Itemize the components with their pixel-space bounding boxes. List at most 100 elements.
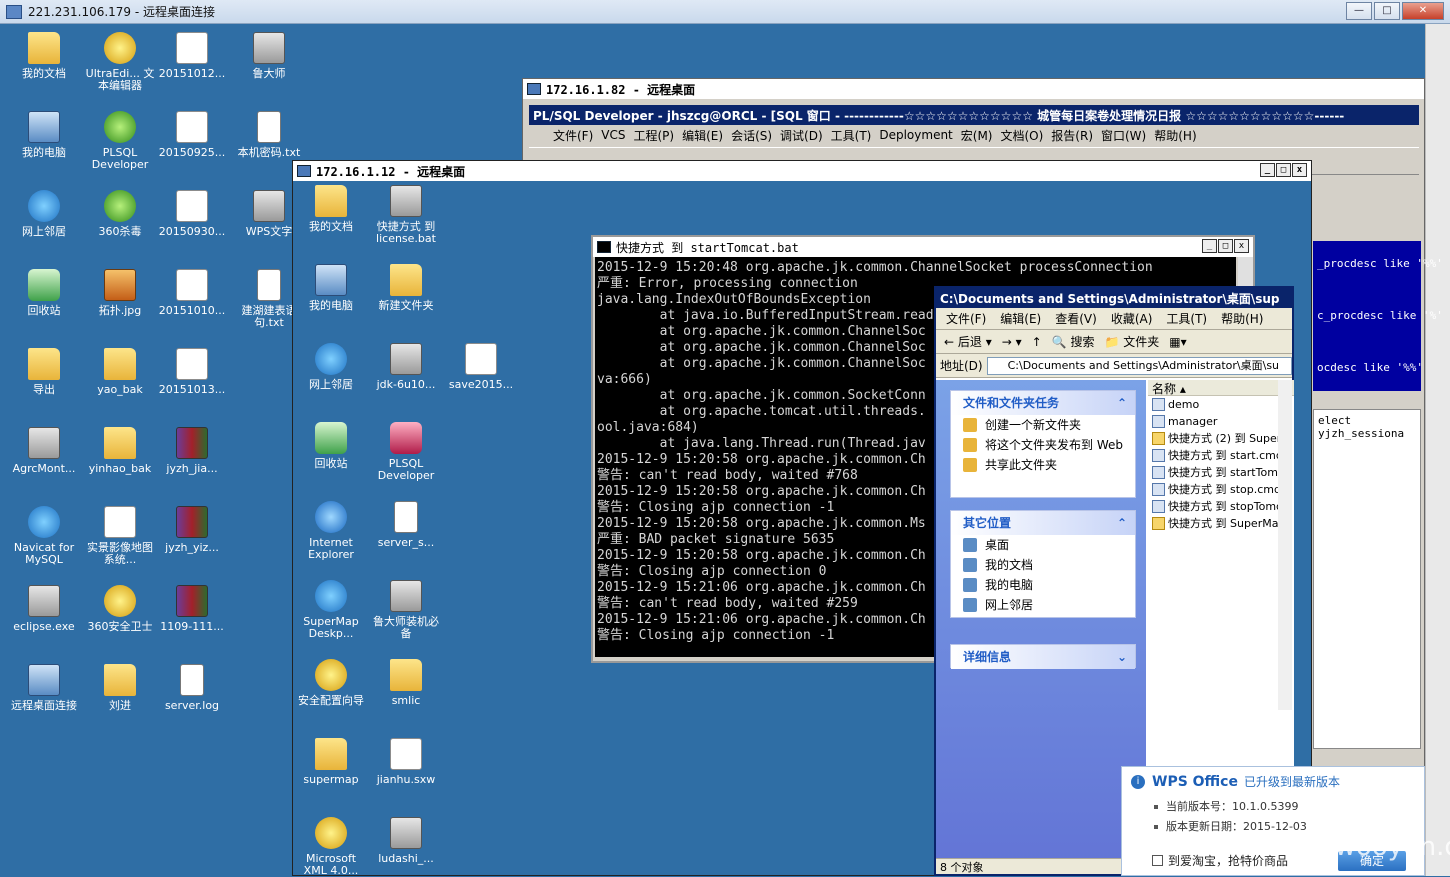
explorer-scrollbar[interactable] xyxy=(1278,380,1292,710)
close-button[interactable]: x xyxy=(1234,239,1249,253)
minimize-button[interactable]: _ xyxy=(1260,163,1275,177)
file-row[interactable]: 快捷方式 到 stopTomca xyxy=(1148,498,1294,515)
desktop-icon[interactable]: 我的文档 xyxy=(8,32,80,80)
file-row[interactable]: manager xyxy=(1148,413,1294,430)
plsql-titlebar[interactable]: PL/SQL Developer - jhszcg@ORCL - [SQL 窗口… xyxy=(529,105,1419,125)
desktop-icon[interactable]: 20151010... xyxy=(156,269,228,317)
plsql-menu-item[interactable]: 编辑(E) xyxy=(682,127,723,144)
desktop-icon[interactable]: 20151013... xyxy=(156,348,228,396)
task-link[interactable]: 将这个文件夹发布到 Web xyxy=(951,435,1135,455)
close-button[interactable]: ✕ xyxy=(1402,2,1444,20)
desktop-icon[interactable]: 导出 xyxy=(8,348,80,396)
plsql-menu-item[interactable]: 工程(P) xyxy=(634,127,675,144)
desktop-icon[interactable]: 鲁大师装机必备 xyxy=(370,580,442,640)
details-header[interactable]: 详细信息 ⌄ xyxy=(951,645,1135,669)
desktop-icon[interactable]: jianhu.sxw xyxy=(370,738,442,786)
explorer-menu-item[interactable]: 工具(T) xyxy=(1166,310,1207,327)
plsql-menu-item[interactable]: 文件(F) xyxy=(553,127,593,144)
desktop-icon[interactable]: Internet Explorer xyxy=(295,501,367,561)
desktop-icon[interactable]: Microsoft XML 4.0... xyxy=(295,817,367,877)
file-row[interactable]: 快捷方式 到 SuperMapi xyxy=(1148,515,1294,532)
collapse-icon[interactable]: ⌃ xyxy=(1117,391,1127,415)
file-row[interactable]: 快捷方式 到 startTomc xyxy=(1148,464,1294,481)
file-row[interactable]: demo xyxy=(1148,396,1294,413)
desktop-icon[interactable]: yao_bak xyxy=(84,348,156,396)
desktop-icon[interactable]: 20150925... xyxy=(156,111,228,159)
desktop-icon[interactable]: ludashi_... xyxy=(370,817,442,865)
explorer-menu-item[interactable]: 帮助(H) xyxy=(1221,310,1263,327)
outer-vertical-scrollbar[interactable] xyxy=(1425,24,1450,876)
desktop-icon[interactable]: yinhao_bak xyxy=(84,427,156,475)
desktop-icon[interactable]: save2015... xyxy=(445,343,517,391)
desktop-icon[interactable]: jyzh_yiz... xyxy=(156,506,228,554)
plsql-menu-item[interactable]: 调试(D) xyxy=(780,127,823,144)
views-button[interactable]: ▦▾ xyxy=(1169,335,1186,349)
maximize-button[interactable]: □ xyxy=(1218,239,1233,253)
desktop-icon[interactable]: 20151012... xyxy=(156,32,228,80)
task-link[interactable]: 共享此文件夹 xyxy=(951,455,1135,475)
desktop-icon[interactable]: eclipse.exe xyxy=(8,585,80,633)
cmd-titlebar[interactable]: 快捷方式 到 startTomcat.bat _ □ x xyxy=(593,237,1253,257)
desktop-icon[interactable]: 20150930... xyxy=(156,190,228,238)
minimize-button[interactable]: — xyxy=(1346,2,1372,20)
desktop-icon[interactable]: 刘进 xyxy=(84,664,156,712)
place-link[interactable]: 我的电脑 xyxy=(951,575,1135,595)
expand-icon[interactable]: ⌄ xyxy=(1117,645,1127,669)
rdp-12-titlebar[interactable]: 172.16.1.12 - 远程桌面 _ □ x xyxy=(293,161,1311,181)
desktop-icon[interactable]: UltraEdi... 文本编辑器 xyxy=(84,32,156,92)
plsql-menu-item[interactable]: 窗口(W) xyxy=(1101,127,1146,144)
file-row[interactable]: 快捷方式 到 stop.cmd xyxy=(1148,481,1294,498)
minimize-button[interactable]: _ xyxy=(1202,239,1217,253)
desktop-icon[interactable]: 鲁大师 xyxy=(233,32,305,80)
desktop-icon[interactable]: AgrcMont... xyxy=(8,427,80,475)
plsql-menu-item[interactable]: 文档(O) xyxy=(1000,127,1043,144)
desktop-icon[interactable]: 网上邻居 xyxy=(8,190,80,238)
desktop-icon[interactable]: smlic xyxy=(370,659,442,707)
close-button[interactable]: x xyxy=(1292,163,1307,177)
explorer-titlebar[interactable]: C:\Documents and Settings\Administrator\… xyxy=(936,288,1292,308)
place-link[interactable]: 桌面 xyxy=(951,535,1135,555)
outer-rdp-titlebar[interactable]: 221.231.106.179 - 远程桌面连接 — □ ✕ xyxy=(0,0,1450,24)
desktop-icon[interactable]: 我的电脑 xyxy=(295,264,367,312)
desktop-icon[interactable]: SuperMap Deskp... xyxy=(295,580,367,640)
plsql-menu-item[interactable]: 帮助(H) xyxy=(1154,127,1196,144)
desktop-icon[interactable]: 实景影像地图系统... xyxy=(84,506,156,566)
plsql-menu-item[interactable]: 会话(S) xyxy=(731,127,772,144)
desktop-icon[interactable]: 360杀毒 xyxy=(84,190,156,238)
desktop-icon[interactable]: PLSQL Developer xyxy=(84,111,156,171)
plsql-menu-item[interactable]: 工具(T) xyxy=(831,127,872,144)
desktop-icon[interactable]: supermap xyxy=(295,738,367,786)
explorer-menu-item[interactable]: 查看(V) xyxy=(1055,310,1097,327)
place-link[interactable]: 网上邻居 xyxy=(951,595,1135,615)
desktop-icon[interactable]: 回收站 xyxy=(295,422,367,470)
desktop-icon[interactable]: 远程桌面连接 xyxy=(8,664,80,712)
maximize-button[interactable]: □ xyxy=(1374,2,1400,20)
desktop-icon[interactable]: jdk-6u10... xyxy=(370,343,442,391)
desktop-icon[interactable]: server.log xyxy=(156,664,228,712)
file-row[interactable]: 快捷方式 到 start.cmd xyxy=(1148,447,1294,464)
sql-editor[interactable]: _procdesc like '%%' c_procdesc like '%' … xyxy=(1313,241,1443,391)
explorer-menu-item[interactable]: 文件(F) xyxy=(946,310,986,327)
maximize-button[interactable]: □ xyxy=(1276,163,1291,177)
plsql-menu-item[interactable]: 报告(R) xyxy=(1051,127,1093,144)
explorer-menu-item[interactable]: 编辑(E) xyxy=(1000,310,1041,327)
place-link[interactable]: 我的文档 xyxy=(951,555,1135,575)
back-button[interactable]: ← 后退 ▾ xyxy=(944,333,992,350)
search-button[interactable]: 🔍 搜索 xyxy=(1052,333,1095,350)
sql-result-pane[interactable]: elect yjzh_sessiona xyxy=(1313,409,1421,749)
other-places-header[interactable]: 其它位置 ⌃ xyxy=(951,511,1135,535)
explorer-menu-item[interactable]: 收藏(A) xyxy=(1111,310,1153,327)
plsql-menu-item[interactable]: 宏(M) xyxy=(961,127,993,144)
desktop-icon[interactable]: 我的文档 xyxy=(295,185,367,233)
plsql-menu-item[interactable]: VCS xyxy=(601,128,625,142)
desktop-icon[interactable]: PLSQL Developer xyxy=(370,422,442,482)
folders-button[interactable]: 📁 文件夹 xyxy=(1104,333,1159,350)
column-header-name[interactable]: 名称 ▴ xyxy=(1148,380,1294,396)
forward-button[interactable]: → ▾ xyxy=(1002,335,1022,349)
rdp-82-titlebar[interactable]: 172.16.1.82 - 远程桌面 xyxy=(523,79,1424,99)
desktop-icon[interactable]: 新建文件夹 xyxy=(370,264,442,312)
desktop-icon[interactable]: 本机密码.txt xyxy=(233,111,305,159)
desktop-icon[interactable]: Navicat for MySQL xyxy=(8,506,80,566)
desktop-icon[interactable]: 1109-111... xyxy=(156,585,228,633)
desktop-icon[interactable]: 网上邻居 xyxy=(295,343,367,391)
